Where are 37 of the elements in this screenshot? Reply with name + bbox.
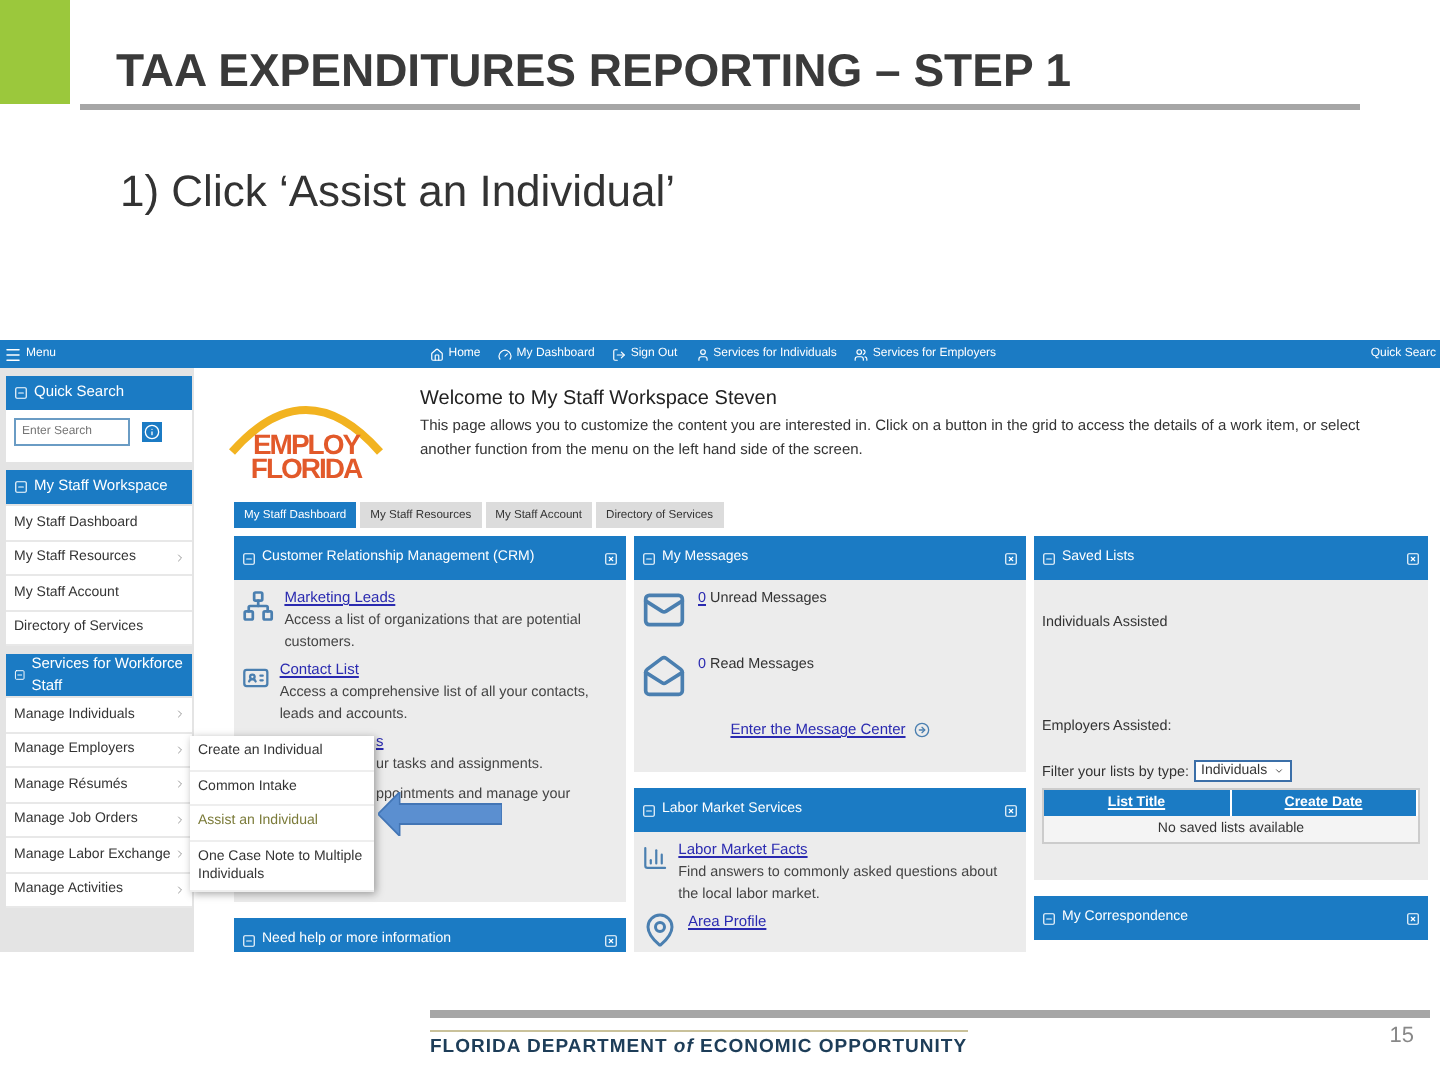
collapse-icon[interactable] [1042,551,1056,565]
open-envelope-icon [642,654,686,698]
people-icon [854,347,869,361]
close-icon[interactable] [1406,911,1420,925]
welcome-title: Welcome to My Staff Workspace Steven [420,388,779,410]
org-chart-icon [242,588,275,624]
collapse-icon[interactable] [14,386,28,400]
info-icon [144,424,160,440]
footer-logo-text: FLORIDA DEPARTMENT of ECONOMIC OPPORTUNITY [430,1030,968,1058]
collapse-icon[interactable] [14,668,26,682]
home-icon [430,347,445,361]
collapse-icon[interactable] [642,551,656,565]
map-pin-icon [642,912,678,948]
close-icon[interactable] [604,933,618,947]
close-icon[interactable] [1004,551,1018,565]
page-number: 15 [1389,1024,1414,1052]
menu-icon [4,345,22,363]
dropdown-caret-icon [1273,766,1284,776]
collapse-icon[interactable] [1042,911,1056,925]
instruction-text: 1) Click ‘Assist an Individual’ [120,166,676,216]
collapse-icon[interactable] [14,480,28,494]
sign-out-icon [612,347,627,361]
logo-text: FLORIDA [250,456,362,480]
gauge-icon [498,347,513,361]
collapse-icon[interactable] [642,803,656,817]
close-icon[interactable] [1004,803,1018,817]
accent-block [0,0,70,104]
arrow-circle-icon[interactable] [913,721,930,737]
logo-text: EMPLOY [252,432,360,456]
envelope-icon [642,588,686,632]
slide-title: TAA EXPENDITURES REPORTING – STEP 1 [116,44,1072,98]
info-button[interactable] [142,422,162,442]
collapse-icon[interactable] [242,551,256,565]
collapse-icon[interactable] [242,933,256,947]
close-icon[interactable] [604,551,618,565]
person-icon [695,347,710,361]
close-icon[interactable] [1406,551,1420,565]
